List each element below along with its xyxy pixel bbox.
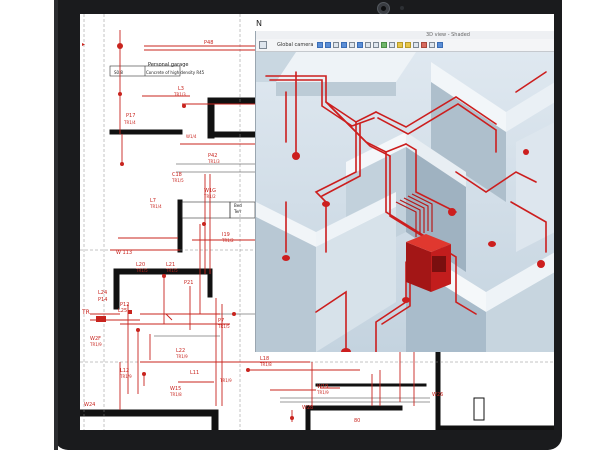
- viewer-toolbar: Global camera: [256, 39, 554, 52]
- pipe-label-l22-sub: TR1/9: [175, 354, 188, 359]
- pipe-label-i19-sub: TR1/2: [221, 238, 234, 243]
- pipe-label-w-misc: W1/4: [186, 134, 197, 139]
- pipe-label-l12-sub: TR1/9: [119, 374, 132, 379]
- 3d-viewer-window[interactable]: 3D view - Shaded Global camera: [255, 31, 554, 352]
- section-icon[interactable]: [365, 42, 372, 48]
- render-icon[interactable]: [373, 42, 380, 48]
- pipe-label-l25: L25: [118, 308, 127, 314]
- tablet-edge: [54, 0, 58, 450]
- light-icon[interactable]: [381, 42, 388, 48]
- pipe-label-l11-sub: TR1/9: [219, 378, 232, 383]
- pipe-label-p48: P48: [204, 40, 213, 46]
- plan-ref-marker: ▸: [82, 41, 85, 48]
- pipe-label-tr19: TR1/9: [89, 342, 102, 347]
- garage-code: S0.8: [114, 70, 123, 75]
- orbit-icon[interactable]: [325, 42, 332, 48]
- pipe-label-l11: L11: [190, 370, 199, 376]
- settings-icon[interactable]: [389, 42, 396, 48]
- pipe-label-w28: W28: [302, 405, 313, 411]
- pipe-label-w19-sub: TR1/9: [316, 390, 329, 395]
- tablet-screen: ▸ N Personal garage S0.8 Concrete of hig…: [80, 14, 554, 430]
- pipe-label-l3-sub: TR1/3: [173, 92, 186, 97]
- zoom-window-icon[interactable]: [341, 42, 348, 48]
- room-label-terr: Terr: [233, 209, 242, 214]
- pipe-label-l21-sub: TR1/5: [165, 268, 178, 273]
- zoom-icon[interactable]: [333, 42, 340, 48]
- pipe-label-p17: P17: [126, 113, 135, 119]
- pipe-label-p12: P12: [120, 302, 129, 308]
- isolate-icon[interactable]: [429, 42, 436, 48]
- pipe-label-w15-sub: TR1/8: [169, 392, 182, 397]
- garage-title: Personal garage: [148, 62, 188, 68]
- pipe-label-p42-sub: TR1/3: [207, 159, 220, 164]
- pipe-label-l20-sub: TR1/5: [135, 268, 148, 273]
- viewer-title: 3D view - Shaded: [426, 32, 470, 38]
- walk-icon[interactable]: [357, 42, 364, 48]
- pipe-label-l18-sub: TR1/8: [259, 362, 272, 367]
- 3d-scene-render[interactable]: [256, 52, 554, 352]
- room-label-bed: Bed: [234, 203, 242, 208]
- garage-spec: Concrete of high density R45: [146, 70, 205, 75]
- pipe-label-tr: TR: [81, 309, 90, 316]
- filter-icon[interactable]: [405, 42, 412, 48]
- pipe-label-p17-sub: TR1/4: [123, 120, 136, 125]
- pipe-label-w24: W24: [84, 402, 95, 408]
- camera-select-icon[interactable]: [259, 41, 267, 49]
- pan-icon[interactable]: [317, 42, 324, 48]
- pipe-label-w1g-sub: TR1/2: [203, 194, 216, 199]
- pipe-label-w26: W26: [432, 392, 443, 398]
- ambient-sensor: [400, 6, 404, 10]
- reset-icon[interactable]: [437, 42, 444, 48]
- hide-icon[interactable]: [421, 42, 428, 48]
- pipe-label-p7-sub: TR1/5: [217, 324, 230, 329]
- camera-mode-label[interactable]: Global camera: [277, 42, 313, 48]
- pipe-label-80: 80: [354, 418, 360, 424]
- layers-icon[interactable]: [397, 42, 404, 48]
- zoom-extents-icon[interactable]: [349, 42, 356, 48]
- pipe-label-p21: P21: [184, 280, 193, 286]
- measure-icon[interactable]: [413, 42, 420, 48]
- pipe-label-p14: P14: [98, 297, 107, 303]
- pipe-label-l24: L24: [98, 290, 107, 296]
- pipe-label-c18-sub: TR1/5: [171, 178, 184, 183]
- pipe-label-l7-sub: TR1/4: [149, 204, 162, 209]
- pipe-label-w13: W 113: [116, 250, 132, 256]
- north-marker: N: [256, 19, 262, 28]
